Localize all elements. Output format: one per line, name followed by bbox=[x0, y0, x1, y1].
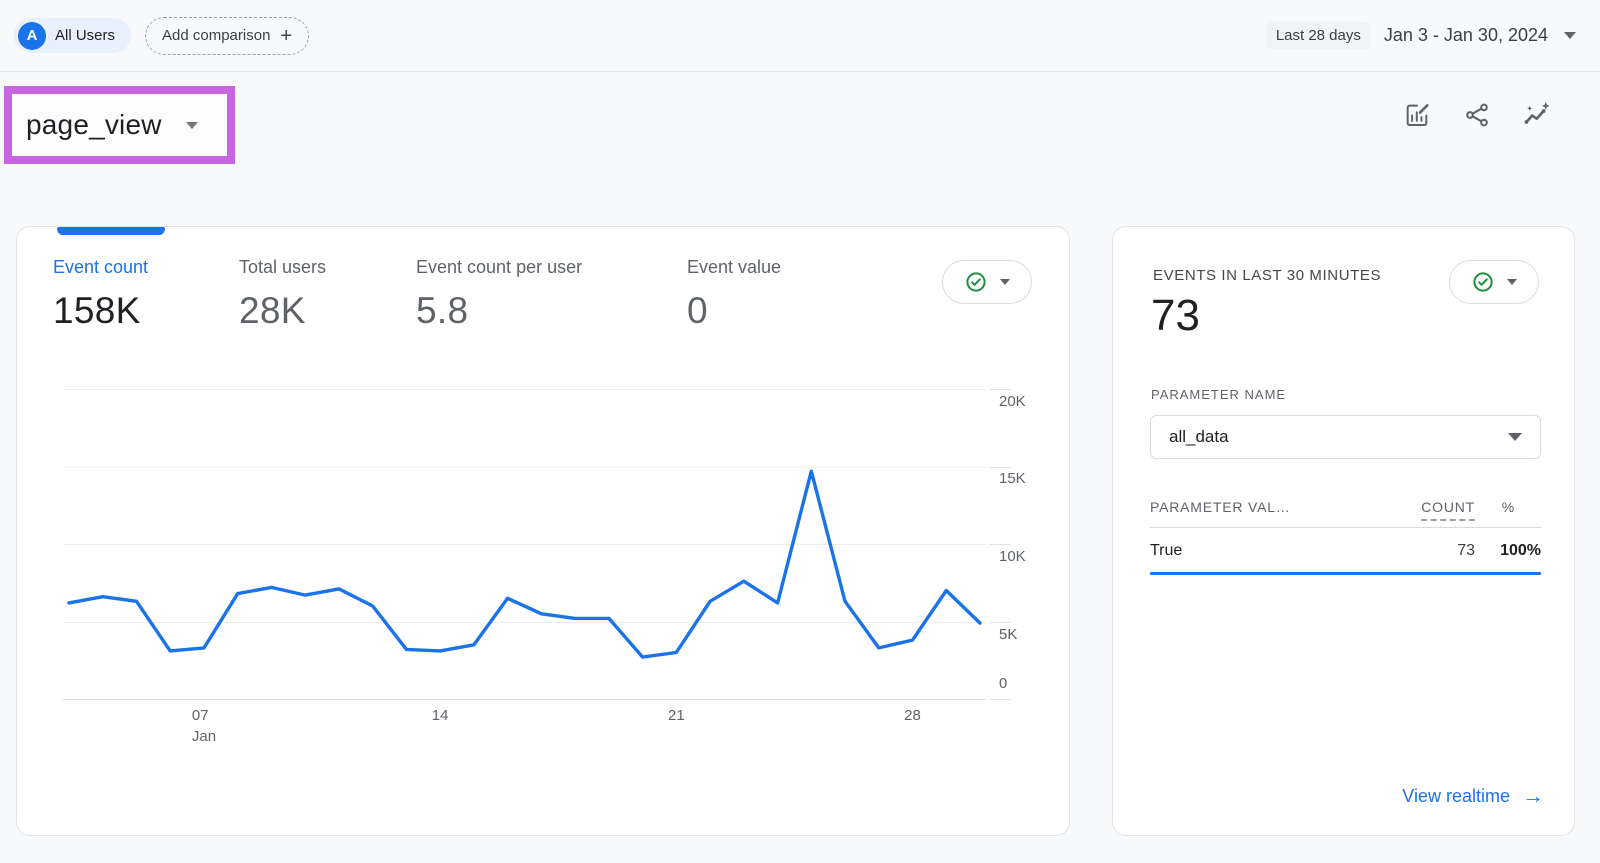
percent-cell: 100% bbox=[1475, 542, 1541, 560]
date-range-picker[interactable]: Jan 3 - Jan 30, 2024 bbox=[1384, 25, 1576, 46]
y-tick bbox=[989, 389, 1011, 390]
active-tab-indicator bbox=[57, 227, 165, 235]
tab-event-count[interactable]: Event count 158K bbox=[53, 257, 148, 332]
customize-report-icon[interactable] bbox=[1402, 100, 1432, 130]
x-axis-tick-label: 14 bbox=[432, 705, 449, 726]
metric-label: Event count bbox=[53, 257, 148, 278]
y-tick bbox=[989, 544, 1011, 545]
row-percent-bar bbox=[1150, 572, 1541, 575]
parameter-value-cell: True bbox=[1150, 542, 1403, 560]
arrow-right-icon: → bbox=[1522, 783, 1544, 809]
data-quality-button[interactable] bbox=[942, 260, 1032, 304]
y-axis-label: 20K bbox=[999, 393, 1049, 410]
add-comparison-label: Add comparison bbox=[162, 27, 270, 44]
table-row[interactable]: True 73 100% bbox=[1150, 528, 1541, 572]
metric-value: 158K bbox=[53, 290, 148, 332]
y-axis-label: 10K bbox=[999, 548, 1049, 565]
event-name-selector[interactable]: page_view bbox=[26, 109, 198, 141]
insights-icon[interactable] bbox=[1522, 100, 1552, 130]
chevron-down-icon bbox=[186, 122, 198, 129]
event-line-chart[interactable] bbox=[63, 389, 986, 699]
chevron-down-icon bbox=[1508, 433, 1522, 441]
x-axis-tick-label: 28 bbox=[904, 705, 921, 726]
check-circle-icon bbox=[964, 270, 988, 294]
check-circle-icon bbox=[1471, 270, 1495, 294]
column-header-count[interactable]: COUNT bbox=[1403, 499, 1475, 515]
table-header-row: PARAMETER VAL… COUNT % bbox=[1150, 499, 1541, 527]
metric-value: 5.8 bbox=[416, 290, 582, 332]
data-quality-button[interactable] bbox=[1449, 260, 1539, 304]
all-users-segment-chip[interactable]: A All Users bbox=[14, 18, 131, 53]
plus-icon: + bbox=[280, 26, 292, 46]
x-axis-tick-label: 07Jan bbox=[192, 705, 216, 747]
metric-value: 0 bbox=[687, 290, 781, 332]
y-axis-label: 5K bbox=[999, 626, 1049, 643]
count-cell: 73 bbox=[1403, 542, 1475, 560]
all-users-label: All Users bbox=[55, 27, 115, 44]
tab-event-count-per-user[interactable]: Event count per user 5.8 bbox=[416, 257, 582, 332]
realtime-card-title: EVENTS IN LAST 30 MINUTES bbox=[1153, 267, 1381, 284]
chevron-down-icon bbox=[1507, 279, 1517, 285]
realtime-events-card: EVENTS IN LAST 30 MINUTES 73 PARAMETER N… bbox=[1112, 226, 1575, 836]
y-tick bbox=[989, 699, 1011, 700]
tab-total-users[interactable]: Total users 28K bbox=[239, 257, 326, 332]
metric-label: Event value bbox=[687, 257, 781, 278]
date-range-text: Jan 3 - Jan 30, 2024 bbox=[1384, 25, 1548, 46]
column-header-parameter-value: PARAMETER VAL… bbox=[1150, 499, 1403, 515]
metric-label: Total users bbox=[239, 257, 326, 278]
metric-value: 28K bbox=[239, 290, 326, 332]
parameter-name-select[interactable]: all_data bbox=[1150, 415, 1541, 459]
column-header-percent: % bbox=[1475, 499, 1541, 515]
y-axis-label: 0 bbox=[999, 675, 1049, 692]
parameter-name-label: PARAMETER NAME bbox=[1151, 387, 1286, 402]
top-bar: A All Users Add comparison + Last 28 day… bbox=[0, 0, 1600, 72]
segment-avatar: A bbox=[18, 22, 46, 50]
x-axis-line bbox=[63, 699, 986, 700]
y-tick bbox=[989, 467, 1011, 468]
y-axis-label: 15K bbox=[999, 470, 1049, 487]
date-range-badge: Last 28 days bbox=[1267, 22, 1370, 49]
event-name-value: page_view bbox=[26, 109, 162, 141]
parameter-name-selected-value: all_data bbox=[1169, 427, 1508, 447]
share-icon[interactable] bbox=[1462, 100, 1492, 130]
metric-label: Event count per user bbox=[416, 257, 582, 278]
tab-event-value[interactable]: Event value 0 bbox=[687, 257, 781, 332]
events-overview-card: Event count 158K Total users 28K Event c… bbox=[16, 226, 1070, 836]
add-comparison-button[interactable]: Add comparison + bbox=[145, 17, 309, 55]
chevron-down-icon bbox=[1000, 279, 1010, 285]
events-last-30-min-value: 73 bbox=[1151, 291, 1200, 341]
event-count-series-line bbox=[69, 471, 980, 657]
parameter-value-table: PARAMETER VAL… COUNT % True 73 100% bbox=[1150, 499, 1541, 575]
annotation-highlight-box: page_view bbox=[4, 86, 235, 164]
view-realtime-link[interactable]: View realtime → bbox=[1402, 783, 1544, 809]
x-axis-tick-label: 21 bbox=[668, 705, 685, 726]
report-toolbar bbox=[1402, 100, 1552, 130]
view-realtime-label: View realtime bbox=[1402, 786, 1510, 807]
y-tick bbox=[989, 622, 1011, 623]
chevron-down-icon bbox=[1564, 32, 1576, 39]
